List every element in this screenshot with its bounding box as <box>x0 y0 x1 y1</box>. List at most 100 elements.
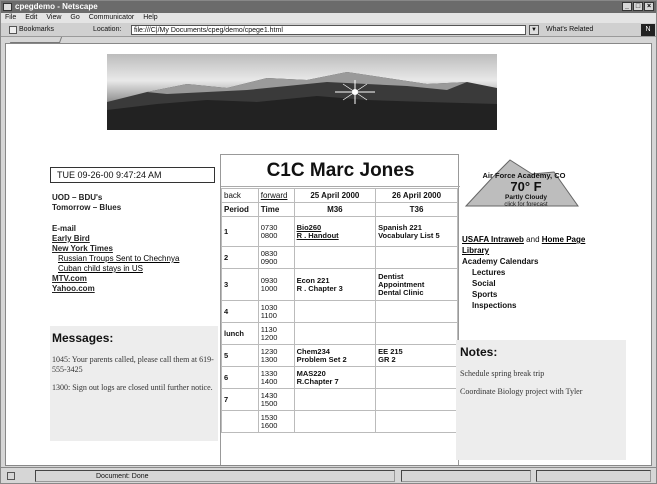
time-cell: 1430 1500 <box>257 388 295 411</box>
schedule-row: 4 1030 1100 <box>221 300 458 323</box>
class-cell-day1 <box>293 300 377 323</box>
period-cell: 4 <box>221 300 259 323</box>
calendar-social[interactable]: Social <box>462 278 585 289</box>
class-cell-day1: Chem234 Problem Set 2 <box>293 344 377 367</box>
link-early-bird[interactable]: Early Bird <box>52 234 222 244</box>
period-cell: lunch <box>221 322 259 345</box>
clock-display: TUE 09-26-00 9:47:24 AM <box>50 167 215 183</box>
forward-link[interactable]: forward <box>257 188 295 203</box>
app-icon <box>3 3 12 11</box>
messages-heading: Messages: <box>52 331 114 345</box>
menu-edit[interactable]: Edit <box>25 13 37 23</box>
minimize-button[interactable]: _ <box>622 2 632 11</box>
location-dropdown-icon[interactable]: ▼ <box>529 25 539 35</box>
left-links-panel: UOD – BDU's Tomorrow – Blues E-mail Earl… <box>52 193 222 294</box>
schedule-row: 7 1430 1500 <box>221 388 458 411</box>
email-label: E-mail <box>52 224 77 233</box>
security-lock-icon[interactable] <box>7 472 15 480</box>
page-content: TUE 09-26-00 9:47:24 AM UOD – BDU's Tomo… <box>5 43 652 466</box>
class-cell-day1: Econ 221 R . Chapter 3 <box>293 268 377 301</box>
class-cell-day1 <box>293 388 377 411</box>
maximize-button[interactable]: □ <box>633 2 643 11</box>
menu-bar: File Edit View Go Communicator Help <box>1 13 656 23</box>
menu-communicator[interactable]: Communicator <box>89 13 135 23</box>
time-cell: 1530 1600 <box>257 410 295 433</box>
class-cell-day1 <box>293 322 377 345</box>
menu-go[interactable]: Go <box>70 13 79 23</box>
class-cell-day2 <box>375 388 458 411</box>
link-news-cuban-child[interactable]: Cuban child stays in US <box>52 264 222 274</box>
day-code-2: T36 <box>375 202 458 217</box>
period-cell <box>221 410 259 433</box>
menu-help[interactable]: Help <box>143 13 157 23</box>
link-news-russian-troups[interactable]: Russian Troups Sent to Chechnya <box>52 254 222 264</box>
weather-condition: Partly Cloudy <box>505 194 547 201</box>
note-item: Coordinate Biology project with Tyler <box>460 387 583 396</box>
class-cell-day2 <box>375 246 458 269</box>
link-home-page[interactable]: Home Page <box>542 235 586 244</box>
class-cell-day2: Dentist Appointment Dental Clinic <box>375 268 458 301</box>
bookmarks-button[interactable]: Bookmarks <box>19 23 54 37</box>
location-toolbar: Bookmarks Location: file:///C|/My Docume… <box>1 23 656 37</box>
bookmarks-icon[interactable] <box>9 26 17 34</box>
schedule-row: 1 0730 0800 Bio260 R . Handout Spanish 221 … <box>221 216 458 247</box>
schedule-row: 5 1230 1300 Chem234 Problem Set 2 EE 215 GR… <box>221 344 458 367</box>
schedule-row: 3 0930 1000 Econ 221 R . Chapter 3 Dentist … <box>221 268 458 301</box>
class-cell-day1[interactable]: Bio260 R . Handout <box>293 216 377 247</box>
notes-panel: Notes: Schedule spring break trip Coordi… <box>456 340 626 460</box>
date-col-2: 26 April 2000 <box>375 188 458 203</box>
back-link[interactable]: back <box>221 188 259 203</box>
time-cell: 0730 0800 <box>257 216 295 247</box>
period-cell: 1 <box>221 216 259 247</box>
browser-window: cpegdemo - Netscape _ □ × File Edit View… <box>0 0 657 484</box>
date-col-1: 25 April 2000 <box>293 188 377 203</box>
window-title: cpegdemo - Netscape <box>15 2 98 11</box>
location-field[interactable]: file:///C|/My Documents/cpeg/demo/cpege1… <box>131 25 526 35</box>
class-cell-day2 <box>375 366 458 389</box>
schedule-row: lunch 1130 1200 <box>221 322 458 345</box>
weather-widget[interactable]: Air Force Academy, CO 70° F Partly Cloud… <box>462 156 582 208</box>
schedule-row: 6 1330 1400 MAS220 R.Chapter 7 <box>221 366 458 389</box>
and-text: and <box>526 235 540 244</box>
calendar-lectures[interactable]: Lectures <box>462 267 585 278</box>
link-library[interactable]: Library <box>462 246 489 255</box>
time-cell: 1130 1200 <box>257 322 295 345</box>
status-text: Document: Done <box>35 470 395 482</box>
schedule-panel: C1C Marc Jones back forward 25 April 200… <box>220 154 460 465</box>
calendar-sports[interactable]: Sports <box>462 289 585 300</box>
uniform-of-day: UOD – BDU's <box>52 193 103 202</box>
whats-related-button[interactable]: What's Related <box>546 23 593 37</box>
time-cell: 1030 1100 <box>257 300 295 323</box>
status-bar: Document: Done <box>1 467 656 483</box>
time-cell: 1230 1300 <box>257 344 295 367</box>
period-cell: 7 <box>221 388 259 411</box>
class-cell-day2 <box>375 300 458 323</box>
status-component-icons[interactable] <box>536 470 651 482</box>
link-mtv[interactable]: MTV.com <box>52 274 222 284</box>
netscape-logo-icon: N <box>641 24 655 36</box>
link-usafa-intraweb[interactable]: USAFA Intraweb <box>462 235 524 244</box>
period-cell: 6 <box>221 366 259 389</box>
class-cell-day2 <box>375 410 458 433</box>
weather-forecast-link[interactable]: click for forecast <box>504 202 548 208</box>
close-button[interactable]: × <box>644 2 654 11</box>
link-yahoo[interactable]: Yahoo.com <box>52 284 222 294</box>
time-cell: 1330 1400 <box>257 366 295 389</box>
schedule-table: back forward 25 April 2000 26 April 2000… <box>221 188 458 433</box>
mountain-banner-image <box>107 54 497 130</box>
link-new-york-times[interactable]: New York Times <box>52 244 222 254</box>
menu-view[interactable]: View <box>46 13 61 23</box>
weather-temp: 70° F <box>510 179 541 194</box>
notes-heading: Notes: <box>460 345 498 359</box>
uniform-tomorrow: Tomorrow – Blues <box>52 203 122 212</box>
menu-file[interactable]: File <box>5 13 16 23</box>
messages-panel: Messages: 1045: Your parents called, ple… <box>50 326 218 441</box>
status-progress <box>401 470 531 482</box>
time-cell: 0830 0900 <box>257 246 295 269</box>
time-cell: 0930 1000 <box>257 268 295 301</box>
period-cell: 5 <box>221 344 259 367</box>
calendar-inspections[interactable]: Inspections <box>462 300 585 311</box>
right-links-panel: USAFA Intraweb and Home Page Library Aca… <box>462 234 585 311</box>
class-cell-day2 <box>375 322 458 345</box>
schedule-body: 1 0730 0800 Bio260 R . Handout Spanish 221 … <box>221 216 458 433</box>
